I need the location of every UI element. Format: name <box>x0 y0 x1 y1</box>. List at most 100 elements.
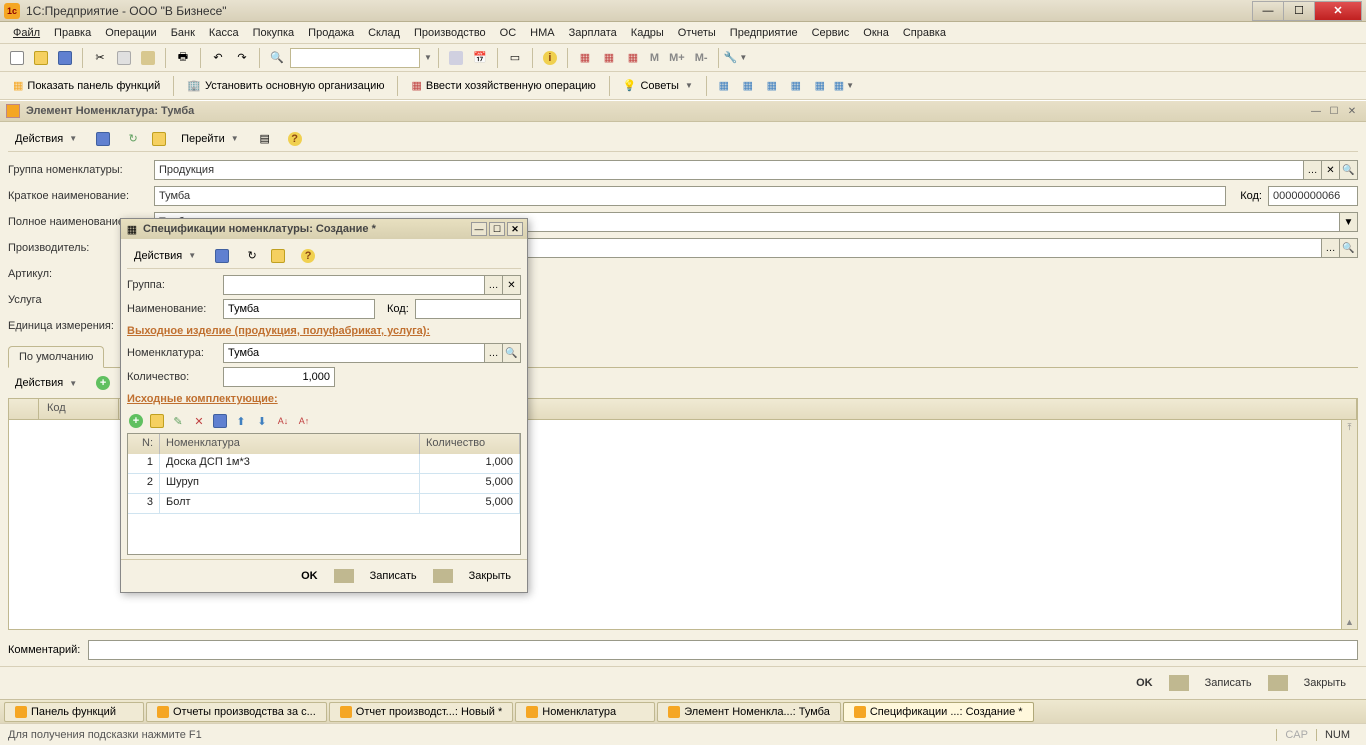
group-clear-icon[interactable]: ✕ <box>1322 160 1340 180</box>
group-search-icon[interactable]: 🔍 <box>1340 160 1358 180</box>
cut-button[interactable]: ✂ <box>89 47 111 69</box>
settings-icon[interactable]: 🔧▼ <box>725 47 747 69</box>
dlg-refresh-icon[interactable]: ↻ <box>241 245 263 267</box>
list-scrollbar[interactable]: ⤒ ▲ <box>1341 420 1357 629</box>
help-button[interactable]: i <box>539 47 561 69</box>
dlg-copy-icon[interactable] <box>267 245 289 267</box>
group-input[interactable] <box>154 160 1304 180</box>
report2-icon[interactable]: ▦ <box>598 47 620 69</box>
tbl-sort-desc-icon[interactable]: A↑ <box>295 412 313 430</box>
tbl-sort-asc-icon[interactable]: A↓ <box>274 412 292 430</box>
tips-button[interactable]: 💡Советы▼ <box>616 75 700 97</box>
dlg-group-input[interactable] <box>223 275 485 295</box>
menu-help[interactable]: Справка <box>896 24 953 42</box>
list-actions-menu[interactable]: Действия▼ <box>8 372 84 394</box>
quick5-icon[interactable]: ▦ <box>809 75 831 97</box>
menu-reports[interactable]: Отчеты <box>671 24 723 42</box>
report1-icon[interactable]: ▦ <box>574 47 596 69</box>
menu-windows[interactable]: Окна <box>856 24 896 42</box>
dlg-group-clear-icon[interactable]: ✕ <box>503 275 521 295</box>
dialog-minimize-button[interactable]: — <box>471 222 487 236</box>
actions-menu[interactable]: Действия▼ <box>8 128 84 150</box>
tbl-movedown-icon[interactable]: ⬇ <box>253 412 271 430</box>
menu-personnel[interactable]: Кадры <box>624 24 671 42</box>
dlg-help-icon[interactable]: ? <box>297 245 319 267</box>
form-help-icon[interactable]: ? <box>284 128 306 150</box>
dialog-titlebar[interactable]: ▦ Спецификации номенклатуры: Создание * … <box>121 219 527 239</box>
tbl-moveup-icon[interactable]: ⬆ <box>232 412 250 430</box>
shortname-input[interactable] <box>154 186 1226 206</box>
list-col-code[interactable]: Код <box>39 399 119 419</box>
menu-edit[interactable]: Правка <box>47 24 98 42</box>
menu-purchase[interactable]: Покупка <box>246 24 302 42</box>
copy-button[interactable] <box>113 47 135 69</box>
paste-button[interactable] <box>137 47 159 69</box>
refresh-form-icon[interactable]: ↻ <box>122 128 144 150</box>
print-button[interactable]: 🖶 <box>172 47 194 69</box>
dlg-nomen-select-icon[interactable]: … <box>485 343 503 363</box>
list-icon[interactable]: ▤ <box>254 128 276 150</box>
save-form-icon[interactable] <box>92 128 114 150</box>
quick3-icon[interactable]: ▦ <box>761 75 783 97</box>
search-input[interactable] <box>290 48 420 68</box>
dialog-maximize-button[interactable]: ☐ <box>489 222 505 236</box>
list-add-icon[interactable]: + <box>92 372 114 394</box>
menu-enterprise[interactable]: Предприятие <box>723 24 805 42</box>
dlg-code-input[interactable] <box>415 299 521 319</box>
calendar-button[interactable]: 📅 <box>469 47 491 69</box>
open-button[interactable] <box>30 47 52 69</box>
save-button[interactable] <box>54 47 76 69</box>
search-icon[interactable]: 🔍 <box>266 47 288 69</box>
menu-production[interactable]: Производство <box>407 24 493 42</box>
table-row[interactable]: 2 Шуруп 5,000 <box>128 474 520 494</box>
fullname-dropdown-icon[interactable]: ▼ <box>1340 212 1358 232</box>
scroll-up-icon[interactable]: ▲ <box>1345 617 1354 627</box>
dlg-qty-input[interactable] <box>223 367 335 387</box>
quick2-icon[interactable]: ▦ <box>737 75 759 97</box>
subwin-minimize[interactable]: — <box>1308 104 1324 118</box>
menu-operations[interactable]: Операции <box>98 24 163 42</box>
maker-search-icon[interactable]: 🔍 <box>1340 238 1358 258</box>
dlg-name-input[interactable] <box>223 299 375 319</box>
menu-sale[interactable]: Продажа <box>301 24 361 42</box>
subwin-restore[interactable]: ☐ <box>1326 104 1342 118</box>
report3-icon[interactable]: ▦ <box>622 47 644 69</box>
comment-input[interactable] <box>88 640 1358 660</box>
dlg-save-icon[interactable] <box>211 245 233 267</box>
redo-button[interactable]: ↷ <box>231 47 253 69</box>
menu-bank[interactable]: Банк <box>164 24 202 42</box>
dlg-ok-button[interactable]: OK <box>291 566 328 586</box>
tbl-save-icon[interactable] <box>211 412 229 430</box>
task-item-5[interactable]: Спецификации ...: Создание * <box>843 702 1034 722</box>
menu-os[interactable]: ОС <box>493 24 524 42</box>
menu-warehouse[interactable]: Склад <box>361 24 407 42</box>
close-button[interactable]: ✕ <box>1314 1 1362 21</box>
enter-operation-button[interactable]: ▦Ввести хозяйственную операцию <box>404 75 602 97</box>
set-org-button[interactable]: 🏢Установить основную организацию <box>180 75 391 97</box>
task-item-3[interactable]: Номенклатура <box>515 702 655 722</box>
subwin-close[interactable]: ✕ <box>1344 104 1360 118</box>
th-num[interactable]: N: <box>128 434 160 454</box>
table-row[interactable]: 3 Болт 5,000 <box>128 494 520 514</box>
menu-salary[interactable]: Зарплата <box>562 24 624 42</box>
dlg-write-button[interactable]: Записать <box>360 566 427 586</box>
tbl-delete-icon[interactable]: ✕ <box>190 412 208 430</box>
dlg-close-button[interactable]: Закрыть <box>459 566 521 586</box>
undo-button[interactable]: ↶ <box>207 47 229 69</box>
code-input[interactable] <box>1268 186 1358 206</box>
menu-nma[interactable]: НМА <box>523 24 561 42</box>
th-qty[interactable]: Количество <box>420 434 520 454</box>
quick6-icon[interactable]: ▦▼ <box>833 75 855 97</box>
copy-form-icon[interactable] <box>148 128 170 150</box>
tbl-add-icon[interactable]: + <box>127 412 145 430</box>
scale-mplus-button[interactable]: M+ <box>665 52 689 64</box>
windows-button[interactable]: ▭ <box>504 47 526 69</box>
form-write-button[interactable]: Записать <box>1195 673 1262 693</box>
tbl-edit-icon[interactable]: ✎ <box>169 412 187 430</box>
dlg-group-select-icon[interactable]: … <box>485 275 503 295</box>
th-name[interactable]: Номенклатура <box>160 434 420 454</box>
maximize-button[interactable]: ☐ <box>1283 1 1315 21</box>
menu-cash[interactable]: Касса <box>202 24 246 42</box>
menu-file[interactable]: Файл <box>6 24 47 42</box>
group-select-icon[interactable]: … <box>1304 160 1322 180</box>
